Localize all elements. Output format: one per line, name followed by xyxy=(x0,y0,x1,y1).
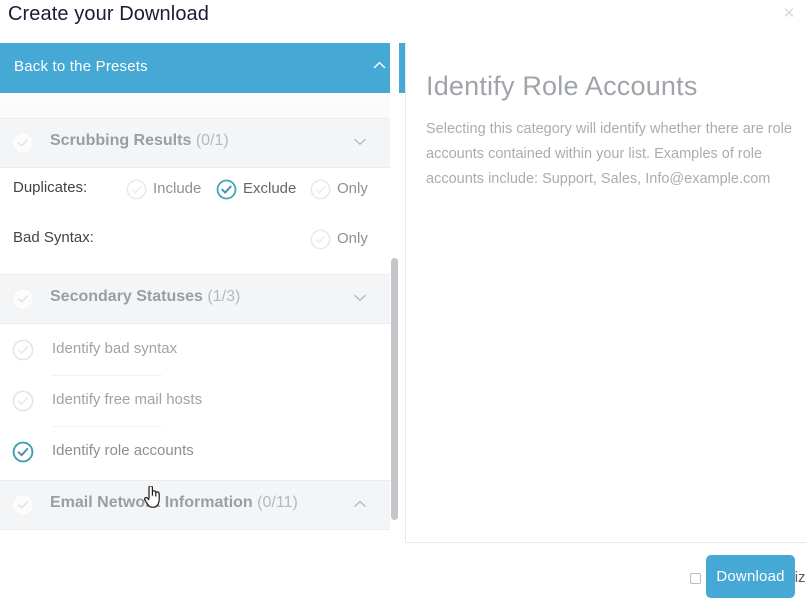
section-header-email-network-information[interactable]: Email Network Information (0/11) xyxy=(0,480,392,530)
modal-footer: Save customized download as preset? Down… xyxy=(0,545,806,614)
checkbox-unchecked-icon xyxy=(12,390,34,412)
page-title: Create your Download xyxy=(8,3,209,25)
section-title: Scrubbing Results (0/1) xyxy=(50,132,229,150)
modal-body: Scrubbing Results (0/1) Duplicates: Incl… xyxy=(0,43,806,543)
section-header-secondary-statuses[interactable]: Secondary Statuses (1/3) xyxy=(0,274,392,324)
list-item-identify-role-accounts[interactable]: Identify role accounts xyxy=(0,427,392,477)
option-row-label: Duplicates: xyxy=(13,179,88,196)
option-row-label: Bad Syntax: xyxy=(13,229,94,246)
save-preset-checkbox[interactable] xyxy=(690,573,701,584)
options-panel: Scrubbing Results (0/1) Duplicates: Incl… xyxy=(0,43,406,543)
choice-label: Only xyxy=(337,180,368,197)
check-glyph-icon xyxy=(18,295,28,303)
section-check-icon xyxy=(12,288,34,310)
close-icon[interactable]: ✕ xyxy=(778,3,800,25)
back-to-presets-bar[interactable]: Back to the Presets xyxy=(0,43,405,93)
list-item-label: Identify role accounts xyxy=(52,442,194,459)
radio-unchecked-icon xyxy=(310,229,331,250)
chevron-down-icon[interactable] xyxy=(354,138,366,146)
list-item-label: Identify bad syntax xyxy=(52,340,178,357)
choice-label: Only xyxy=(337,230,368,247)
choice-label: Exclude xyxy=(243,180,297,197)
modal-titlebar: Create your Download ✕ xyxy=(0,0,806,44)
section-title: Secondary Statuses (1/3) xyxy=(50,288,240,306)
list-item-identify-free-mail-hosts[interactable]: Identify free mail hosts xyxy=(0,376,392,426)
back-to-presets-label: Back to the Presets xyxy=(14,58,148,75)
options-scroll-area: Scrubbing Results (0/1) Duplicates: Incl… xyxy=(0,43,405,543)
radio-checked-icon xyxy=(216,179,237,200)
options-scrollbar-thumb[interactable] xyxy=(391,258,398,520)
section-header-scrubbing-results[interactable]: Scrubbing Results (0/1) xyxy=(0,118,392,168)
checkbox-unchecked-icon xyxy=(12,339,34,361)
section-count: (0/1) xyxy=(195,132,229,149)
detail-title: Identify Role Accounts xyxy=(426,71,698,101)
radio-unchecked-icon xyxy=(126,179,147,200)
option-row-duplicates: Duplicates: Include Exclude Only xyxy=(0,166,392,216)
list-item-identify-bad-syntax[interactable]: Identify bad syntax xyxy=(0,325,392,375)
option-row-bad-syntax: Bad Syntax: Only xyxy=(0,216,392,266)
section-title-text: Email Network Information xyxy=(50,494,253,511)
chevron-up-icon[interactable] xyxy=(373,59,386,72)
download-button[interactable]: Download xyxy=(706,555,795,598)
section-title-text: Secondary Statuses xyxy=(50,288,203,305)
section-count: (0/11) xyxy=(257,494,298,511)
section-title-text: Scrubbing Results xyxy=(50,132,192,149)
section-check-icon xyxy=(12,494,34,516)
section-count: (1/3) xyxy=(207,288,241,305)
detail-description: Selecting this category will identify wh… xyxy=(426,121,792,187)
detail-panel: Identify Role Accounts Selecting this ca… xyxy=(406,43,806,543)
checkbox-checked-icon xyxy=(12,441,34,463)
radio-unchecked-icon xyxy=(310,179,331,200)
section-title: Email Network Information (0/11) xyxy=(50,494,298,512)
chevron-up-icon[interactable] xyxy=(354,500,366,508)
section-check-icon xyxy=(12,132,34,154)
list-item-label: Identify free mail hosts xyxy=(52,391,203,408)
chevron-down-icon[interactable] xyxy=(354,294,366,302)
options-scrollbar-track[interactable] xyxy=(390,43,399,543)
choice-label: Include xyxy=(153,180,202,197)
check-glyph-icon xyxy=(18,139,28,147)
check-glyph-icon xyxy=(18,501,28,509)
